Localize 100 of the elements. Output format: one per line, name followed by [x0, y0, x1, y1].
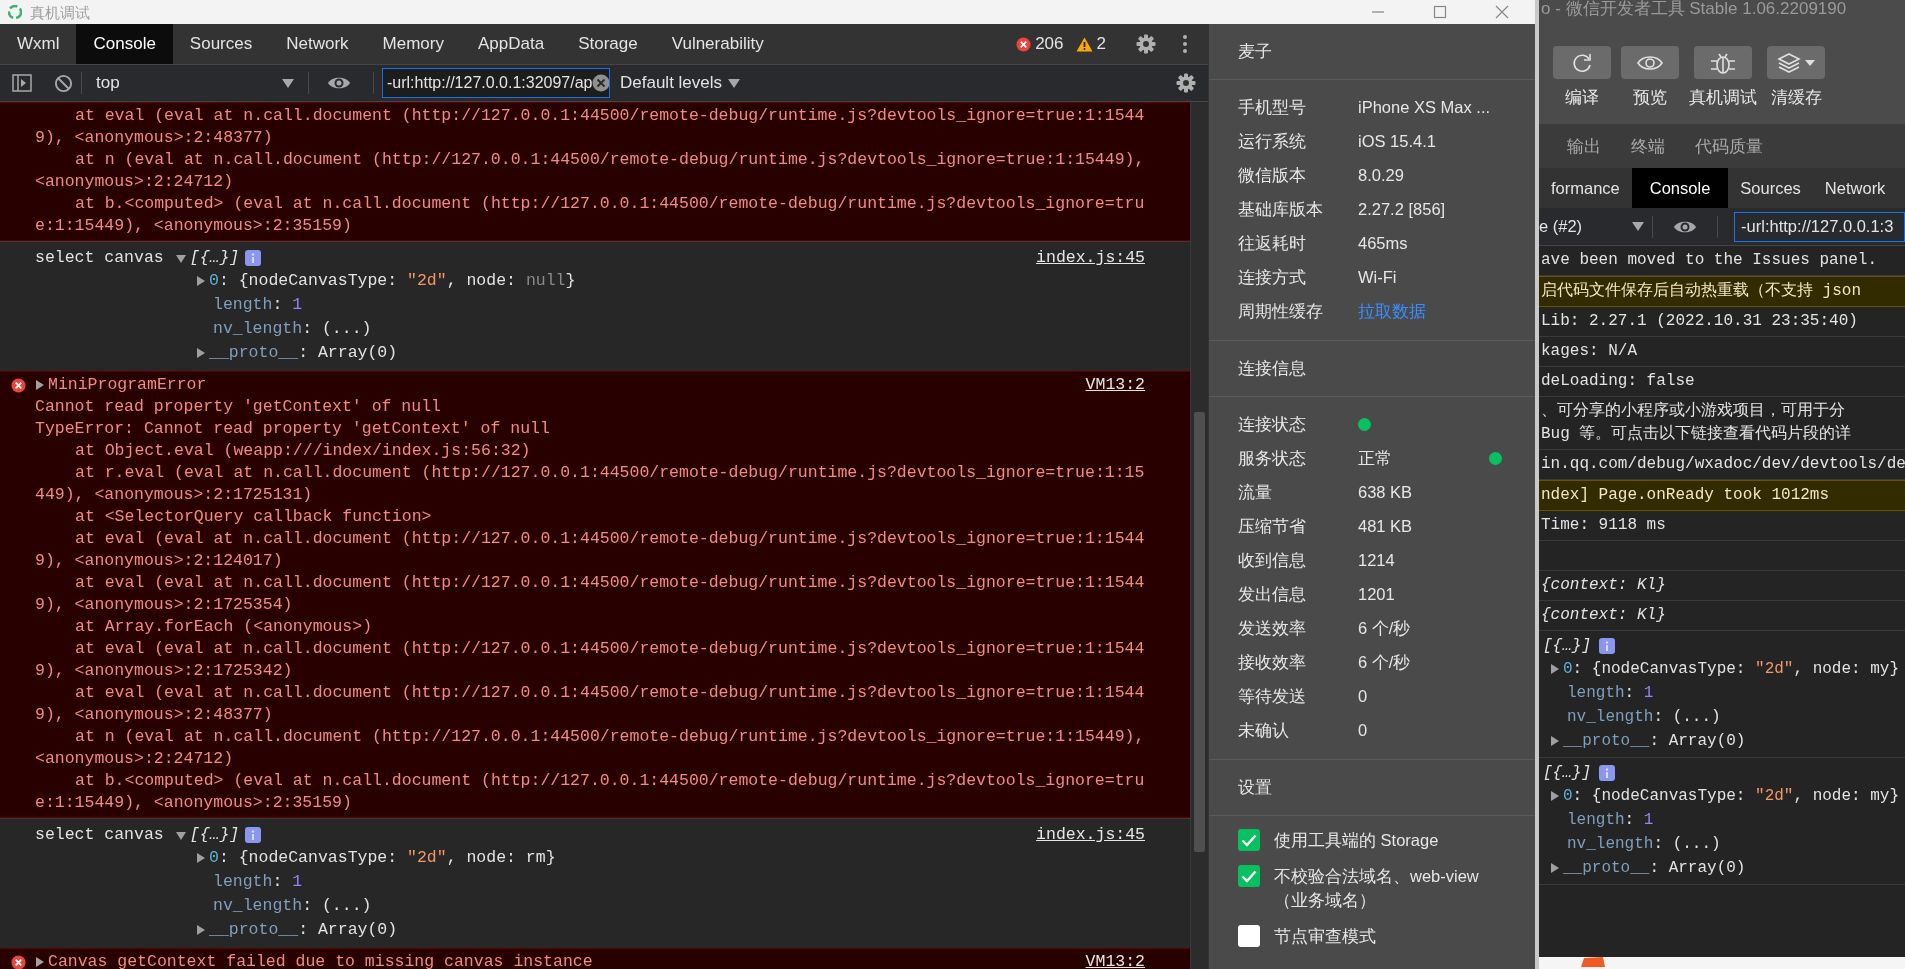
devtools-tab[interactable]: Vulnerability — [654, 24, 781, 64]
toolbar-button[interactable] — [1694, 46, 1752, 79]
source-link[interactable]: http://127.0.0.1:44500/remote-debug/runtime.js?devtools_ignore=true:1:1544 — [411, 529, 1145, 548]
expand-arrow-icon[interactable] — [1549, 863, 1559, 873]
source-link[interactable]: 9 — [35, 705, 45, 724]
error-icon — [11, 954, 26, 969]
error-count: 206 — [1035, 33, 1064, 56]
panel-tab[interactable]: 终端 — [1631, 133, 1665, 159]
maximize-icon[interactable] — [1433, 5, 1447, 19]
expand-arrow-icon[interactable] — [1549, 736, 1559, 746]
expand-arrow-icon[interactable] — [195, 925, 205, 935]
info-value: 8.0.29 — [1358, 164, 1404, 186]
context-select[interactable]: top — [90, 70, 300, 96]
checkbox[interactable] — [1238, 829, 1260, 851]
stack-line: at Object.eval (weapp:///index/index.js:56:32) — [74, 440, 532, 462]
expand-arrow-icon[interactable] — [195, 276, 205, 286]
stack-line: at Array.forEach (<anonymous>) — [74, 616, 374, 638]
info-value: iOS 15.4.1 — [1358, 130, 1436, 152]
devtools-tab[interactable]: Memory — [365, 24, 461, 64]
toolbar-button[interactable] — [1621, 46, 1679, 79]
settings-icon[interactable] — [1176, 73, 1196, 93]
source-link[interactable]: 9 — [35, 551, 45, 570]
expand-arrow-icon[interactable] — [34, 957, 44, 967]
property-text: length: 1 — [213, 294, 303, 316]
stack-line: 9), <anonymous>:2:1725342) — [35, 660, 294, 682]
devtools-tab[interactable]: Network — [1812, 168, 1898, 208]
property-text: 0: {nodeCanvasType: "2d", node: rm} — [209, 847, 556, 869]
devtools-tab[interactable]: Console — [1631, 168, 1729, 208]
source-link[interactable]: http://127.0.0.1:44500/remote-debug/runtime.js?devtools_ignore=true:1:1544 — [411, 639, 1145, 658]
settings-icon[interactable] — [1136, 34, 1156, 54]
property-text: length: 1 — [1567, 810, 1654, 831]
close-icon[interactable] — [1495, 5, 1509, 19]
source-link[interactable]: http://127.0.0.1:44500/remote-debug/runtime.js?devtools_ignore=tru — [490, 771, 1145, 790]
devtools-tab[interactable]: Network — [269, 24, 366, 64]
array-summary: [{…}] — [189, 824, 240, 846]
source-link[interactable]: http://127.0.0.1:44500/remote-debug/runtime.js?devtools_ignore=true:1:15449 — [381, 727, 1125, 746]
source-link[interactable]: 9 — [35, 128, 45, 147]
filter-field[interactable]: -url:http://127.0.0.1:32097/ap — [382, 68, 610, 98]
panel-tab[interactable]: 输出 — [1567, 133, 1601, 159]
warning-count: 2 — [1096, 33, 1106, 56]
stack-line: <anonymous>:2:24712) — [35, 748, 235, 770]
eye-icon[interactable] — [327, 75, 351, 91]
info-value: Wi-Fi — [1358, 266, 1397, 288]
sidebar-toggle-icon[interactable] — [12, 74, 32, 92]
expand-arrow-icon[interactable] — [1549, 664, 1559, 674]
filter-field[interactable]: -url:http://127.0.0.1:3 — [1734, 211, 1905, 242]
devtools-tab[interactable]: AppData — [461, 24, 562, 64]
checkbox[interactable] — [1238, 865, 1260, 887]
stack-line: at b.<computed> (eval at n.call.document (http://127.0.0.1:44500/remote-debug/runtime.js?devtools_ignore=tru — [74, 770, 1145, 792]
source-link[interactable]: http://127.0.0.1:44500/remote-debug/runtime.js?devtools_ignore=true:1:1544 — [411, 106, 1145, 125]
source-link[interactable]: http://127.0.0.1:44500/remote-debug/runtime.js?devtools_ignore=tru — [490, 194, 1145, 213]
expand-arrow-icon[interactable] — [175, 830, 186, 840]
source-link[interactable]: http://127.0.0.1:44500/remote-debug/runtime.js?devtools_ignore=true:1:1544 — [411, 573, 1145, 592]
source-link[interactable]: VM13:2 — [1085, 374, 1145, 396]
devtools-tab[interactable]: Wxml — [0, 24, 77, 64]
stack-line: 9), <anonymous>:2:48377) — [35, 704, 274, 726]
source-link[interactable]: http://127.0.0.1:44500/remote-debug/runtime.js?devtools_ignore=true:1:15 — [431, 463, 1145, 482]
info-label: 等待发送 — [1238, 685, 1307, 707]
checkbox[interactable] — [1238, 925, 1260, 947]
expand-arrow-icon[interactable] — [195, 853, 205, 863]
source-link[interactable]: e:1:15449 — [35, 216, 125, 235]
error-icon — [11, 377, 26, 393]
expand-arrow-icon[interactable] — [195, 348, 205, 358]
devtools-tab[interactable]: Storage — [561, 24, 655, 64]
source-link[interactable]: VM13:2 — [1085, 951, 1145, 969]
toolbar-button[interactable] — [1767, 46, 1825, 79]
devtools-tab[interactable]: Console — [76, 24, 173, 64]
info-label: 手机型号 — [1238, 96, 1307, 118]
devtools-tab[interactable]: Sources — [1728, 168, 1813, 208]
expand-arrow-icon[interactable] — [175, 253, 186, 263]
context-select[interactable]: e (#2) — [1539, 214, 1645, 239]
menu-icon[interactable] — [1182, 34, 1188, 54]
expand-arrow-icon[interactable] — [34, 380, 44, 390]
clear-console-icon[interactable] — [54, 73, 73, 93]
source-link[interactable]: http://127.0.0.1:44500/remote-debug/runtime.js?devtools_ignore=true:1:1544 — [411, 683, 1145, 702]
expand-arrow-icon[interactable] — [1549, 791, 1559, 801]
clear-icon[interactable] — [592, 74, 609, 92]
source-link[interactable]: http://127.0.0.1:44500/remote-debug/runtime.js?devtools_ignore=true:1:15449 — [381, 150, 1125, 169]
info-value: 正常 — [1358, 447, 1392, 469]
console-message: deLoading: false — [1539, 367, 1905, 397]
info-label: 运行系统 — [1238, 130, 1307, 152]
source-link[interactable]: 9 — [35, 661, 45, 680]
devtools-tab[interactable]: Sources — [172, 24, 270, 64]
source-link[interactable]: index.js:45 — [1036, 824, 1145, 846]
toolbar-button[interactable] — [1553, 46, 1611, 79]
info-label: 流量 — [1238, 481, 1273, 503]
console-link[interactable]: in.qq.com/debug/wxadoc/dev/devtools/de — [1541, 455, 1905, 473]
source-link[interactable]: 9 — [35, 595, 45, 614]
panel-tab[interactable]: 代码质量 — [1695, 133, 1763, 159]
devtools-tab[interactable]: formance — [1539, 168, 1632, 208]
scrollbar[interactable] — [1190, 102, 1208, 969]
stack-line: at eval (eval at n.call.document (http://127.0.0.1:44500/remote-debug/runtime.js?devtools_ignore=true:1:1544 — [74, 682, 1145, 704]
source-link[interactable]: e:1:15449 — [35, 793, 125, 812]
levels-dropdown[interactable]: Default levels — [620, 70, 741, 96]
source-link[interactable]: index.js:45 — [1036, 247, 1145, 269]
stack-line: 9), <anonymous>:2:48377) — [35, 127, 274, 149]
source-link[interactable]: weapp:///index/index.js:56:32 — [233, 441, 521, 460]
info-value: 2.27.2 [856] — [1358, 198, 1446, 220]
info-value: 6 个/秒 — [1358, 651, 1411, 673]
source-link[interactable]: 449 — [35, 485, 65, 504]
